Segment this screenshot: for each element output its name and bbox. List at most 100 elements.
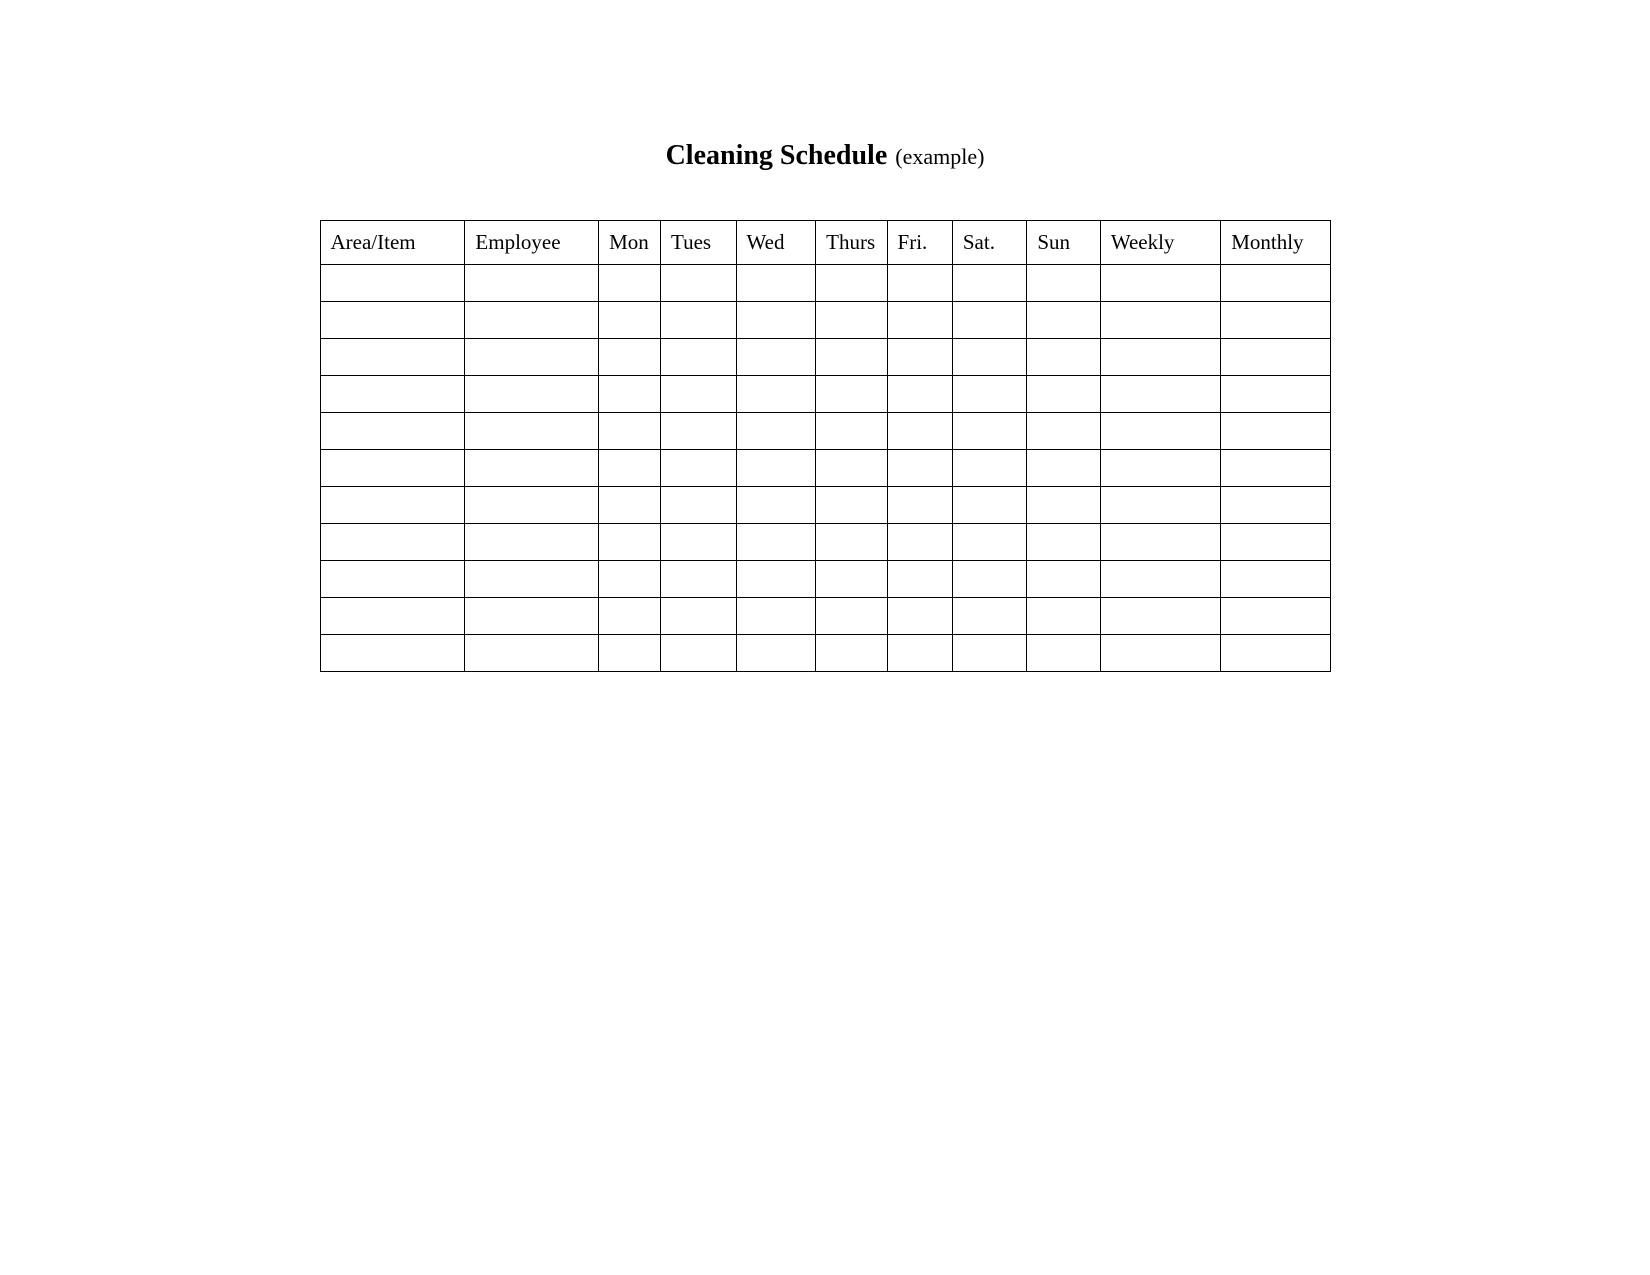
cell (465, 413, 599, 450)
cell (952, 413, 1026, 450)
cell (952, 376, 1026, 413)
header-wed: Wed (736, 221, 816, 265)
header-monthly: Monthly (1221, 221, 1330, 265)
cell (1100, 413, 1220, 450)
cell (465, 265, 599, 302)
cell (320, 413, 465, 450)
cell (599, 450, 661, 487)
header-employee: Employee (465, 221, 599, 265)
cell (661, 598, 737, 635)
cell (816, 376, 887, 413)
cell (465, 487, 599, 524)
cell (599, 265, 661, 302)
cell (952, 302, 1026, 339)
document-page: Cleaning Schedule (example) Area/Item Em… (0, 0, 1650, 672)
cell (1027, 265, 1100, 302)
cell (599, 524, 661, 561)
cell (1221, 635, 1330, 672)
cell (599, 302, 661, 339)
header-weekly: Weekly (1100, 221, 1220, 265)
cell (465, 598, 599, 635)
cell (736, 413, 816, 450)
cell (887, 524, 952, 561)
cell (1221, 487, 1330, 524)
cell (320, 635, 465, 672)
cell (952, 265, 1026, 302)
cell (1100, 302, 1220, 339)
cell (736, 450, 816, 487)
cell (816, 524, 887, 561)
table-row (320, 450, 1330, 487)
cell (320, 339, 465, 376)
cell (599, 376, 661, 413)
page-subtitle: (example) (895, 144, 984, 169)
cell (887, 265, 952, 302)
table-row (320, 635, 1330, 672)
header-tues: Tues (661, 221, 737, 265)
cell (320, 487, 465, 524)
cell (952, 598, 1026, 635)
cell (887, 635, 952, 672)
cell (736, 635, 816, 672)
cell (599, 413, 661, 450)
cell (736, 561, 816, 598)
cell (1221, 376, 1330, 413)
cell (599, 339, 661, 376)
cell (736, 598, 816, 635)
cell (1027, 450, 1100, 487)
cell (1221, 265, 1330, 302)
cell (736, 487, 816, 524)
cell (320, 376, 465, 413)
header-fri: Fri. (887, 221, 952, 265)
cell (816, 413, 887, 450)
cell (816, 598, 887, 635)
cell (320, 524, 465, 561)
cell (736, 524, 816, 561)
header-sun: Sun (1027, 221, 1100, 265)
cell (1221, 598, 1330, 635)
table-row (320, 524, 1330, 561)
cell (320, 302, 465, 339)
cell (887, 487, 952, 524)
cell (661, 450, 737, 487)
cell (952, 524, 1026, 561)
cell (887, 450, 952, 487)
header-thurs: Thurs (816, 221, 887, 265)
cell (1100, 635, 1220, 672)
cell (952, 339, 1026, 376)
cell (736, 339, 816, 376)
cell (1027, 524, 1100, 561)
cell (599, 598, 661, 635)
table-body (320, 265, 1330, 672)
cell (1100, 487, 1220, 524)
cell (952, 635, 1026, 672)
cell (887, 376, 952, 413)
cell (1027, 339, 1100, 376)
table-row (320, 339, 1330, 376)
table-header-row: Area/Item Employee Mon Tues Wed Thurs Fr… (320, 221, 1330, 265)
cell (661, 524, 737, 561)
cell (320, 265, 465, 302)
cell (1221, 450, 1330, 487)
cell (599, 635, 661, 672)
cell (661, 413, 737, 450)
cell (736, 302, 816, 339)
cell (661, 561, 737, 598)
cell (1221, 413, 1330, 450)
cell (1100, 376, 1220, 413)
cell (952, 487, 1026, 524)
cell (1027, 598, 1100, 635)
cell (320, 598, 465, 635)
cell (1221, 302, 1330, 339)
table-row (320, 487, 1330, 524)
table-row (320, 598, 1330, 635)
cell (320, 561, 465, 598)
table-row (320, 376, 1330, 413)
cell (1100, 561, 1220, 598)
cell (1027, 413, 1100, 450)
cell (816, 561, 887, 598)
cell (465, 302, 599, 339)
cell (816, 339, 887, 376)
cell (952, 450, 1026, 487)
cell (465, 450, 599, 487)
